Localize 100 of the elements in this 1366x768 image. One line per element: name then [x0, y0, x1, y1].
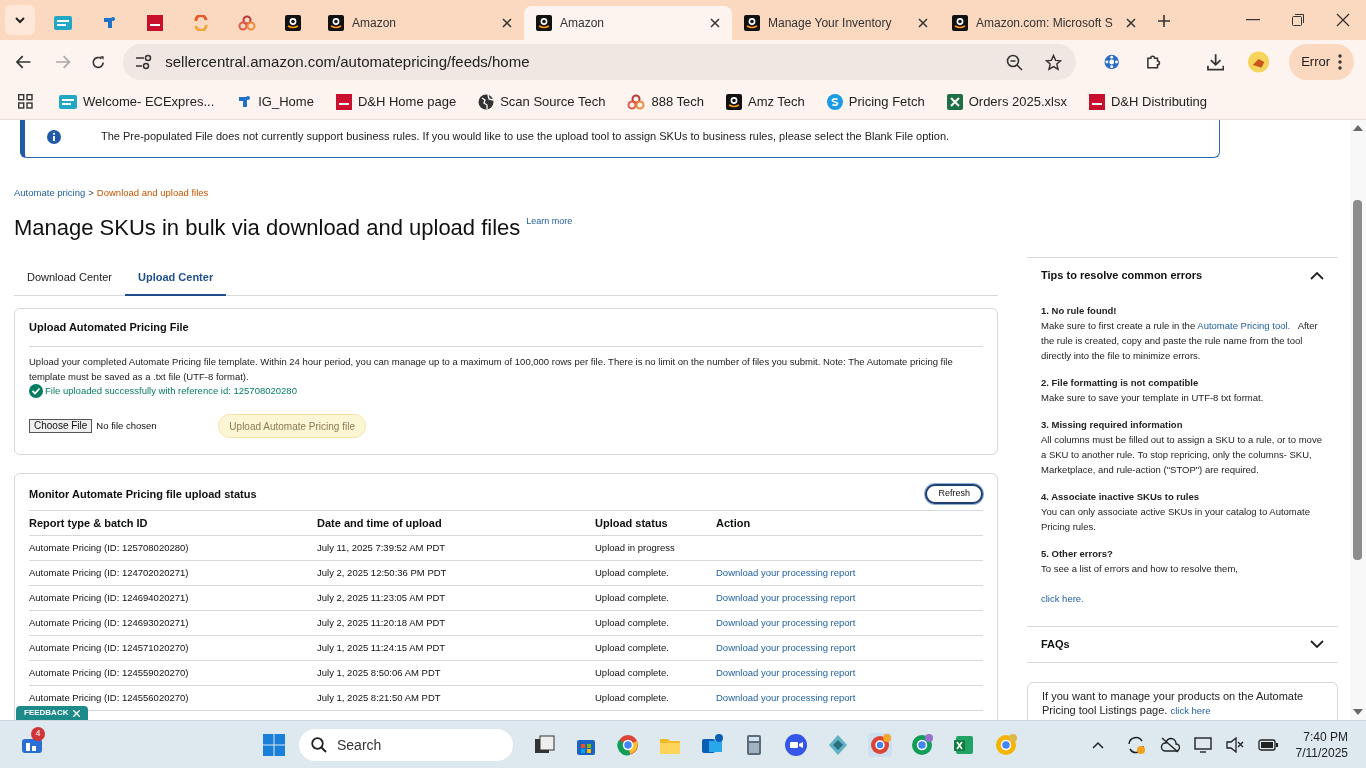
tip-heading: 5. Other errors?	[1041, 547, 1114, 561]
bookmark-link[interactable]: D&H Distributing	[1110, 91, 1208, 112]
profile-error-button[interactable]: Error	[1289, 44, 1355, 80]
tab-search-button[interactable]	[5, 5, 35, 35]
click-here-link[interactable]: click here	[1170, 705, 1211, 716]
page-tab[interactable]: Download Center	[14, 260, 125, 297]
chevron-icon[interactable]	[1310, 271, 1324, 280]
display-icon[interactable]	[1193, 737, 1212, 753]
scrollbar[interactable]	[1350, 120, 1366, 720]
video-call-icon[interactable]	[784, 733, 808, 757]
card-title: Upload Automated Pricing File	[29, 309, 983, 347]
column-header: Upload status	[595, 515, 669, 531]
tip-text: You can only associate active SKUs in your catalog to Automate Pricing rules.	[1041, 505, 1311, 534]
table-cell-text: Automate Pricing (ID: 124693020271)	[29, 615, 190, 630]
apps-grid-icon[interactable]	[18, 94, 33, 109]
breadcrumb-link[interactable]: Automate pricing	[14, 186, 86, 201]
puzzle-icon[interactable]	[1145, 53, 1163, 71]
start-icon[interactable]	[262, 733, 286, 757]
table-cell-text: July 1, 2025 8:50:06 AM PDT	[317, 665, 442, 680]
zoom-icon[interactable]	[1005, 53, 1023, 71]
tip-text: All columns must be filled out to assign a SKU to a rule, or to move a SKU to another rule. To stop repricing, only the columns- SKU, Marketplace, and rule-action ("STOP") are required.	[1041, 433, 1323, 477]
close-icon[interactable]	[1336, 13, 1350, 27]
minimize-icon[interactable]	[1246, 19, 1260, 21]
page-tab[interactable]: Upload Center	[125, 260, 227, 297]
chevron-icon[interactable]	[1310, 640, 1324, 649]
search-field[interactable]: Search	[299, 729, 513, 761]
back-icon[interactable]	[16, 55, 32, 69]
scrollbar-thumb[interactable]	[1353, 200, 1362, 560]
browser-tab[interactable]: Amazon	[524, 6, 732, 40]
extension-icon[interactable]	[1103, 54, 1120, 70]
sync-icon[interactable]	[1125, 736, 1146, 754]
speaker-mute-icon[interactable]	[1225, 737, 1244, 753]
table-cell-text: July 1, 2025 11:24:15 AM PDT	[317, 640, 447, 655]
rings-icon	[238, 15, 256, 31]
rings-icon	[627, 93, 646, 110]
cloud-off-icon[interactable]	[1159, 737, 1180, 753]
table-cell-text: Automate Pricing (ID: 124694020271)	[29, 590, 190, 605]
browser-tab[interactable]: Amazon.com: Microsoft S	[940, 6, 1148, 40]
table-cell-text: July 1, 2025 8:21:50 AM PDT	[317, 690, 442, 705]
download-report-link[interactable]: Download your processing report	[716, 691, 856, 703]
refresh-button[interactable]: Refresh	[925, 484, 983, 504]
download-report-link[interactable]: Download your processing report	[716, 641, 856, 653]
choose-file-button[interactable]: Choose File	[29, 419, 93, 433]
chevron-up-icon[interactable]	[1091, 741, 1104, 749]
close-icon[interactable]	[1126, 18, 1136, 28]
column-header: Date and time of upload	[317, 515, 443, 531]
section-title: Tips to resolve common errors	[1041, 268, 1203, 284]
address-bar[interactable]: sellercentral.amazon.com/automatepricing/feeds/home	[123, 44, 1076, 80]
bookmark-link[interactable]: Amz Tech	[748, 91, 805, 112]
site-icon	[59, 94, 77, 109]
notice-text: The Pre-populated File does not currently support business rules. If you would like to use the upload tool to assign SKUs to business rules, please select the Blank File option.	[101, 129, 950, 145]
battery-icon[interactable]	[1257, 739, 1278, 751]
tip-text: Make sure to first create a rule in the Automate Pricing tool. After the rule is created, copy and paste the rule name from the tool directly into the file to minimize errors.	[1041, 319, 1319, 363]
spreadsheet-icon[interactable]	[952, 733, 976, 757]
reload-icon[interactable]	[90, 54, 106, 70]
search-icon	[311, 737, 327, 753]
spreadsheet-icon	[946, 93, 963, 110]
tip-text: Make sure to save your template in UTF-8 txt format.	[1041, 391, 1265, 405]
table-cell-text: Upload in progress	[595, 540, 676, 555]
browser-icon[interactable]	[994, 733, 1018, 757]
browser-tab[interactable]: Amazon	[316, 6, 524, 40]
upload-file-button[interactable]: Upload Automate Pricing file	[218, 414, 366, 438]
bookmark-link[interactable]: 888 Tech	[651, 91, 704, 112]
bookmark-link[interactable]: Orders 2025.xlsx	[968, 91, 1067, 112]
table-cell-text: Upload complete.	[595, 615, 670, 630]
learn-more-link[interactable]: Learn more	[526, 215, 573, 229]
download-report-link[interactable]: Download your processing report	[716, 591, 856, 603]
download-report-link[interactable]: Download your processing report	[716, 566, 856, 578]
bookmark-link[interactable]: Welcome- ECExpres...	[83, 91, 215, 112]
site-settings-icon[interactable]	[135, 54, 154, 70]
browser-icon[interactable]	[868, 733, 892, 757]
click-here-link[interactable]: click here.	[1041, 591, 1084, 606]
feedback-tab[interactable]: FEEDBACK	[16, 706, 89, 720]
site-icon	[328, 15, 344, 31]
clock-time[interactable]: 7:40 PM	[1303, 729, 1348, 745]
tip-text: To see a list of errors and how to resolve them,	[1041, 562, 1239, 576]
browser-icon[interactable]	[910, 733, 934, 757]
browser-icon[interactable]	[616, 733, 640, 757]
scroll-down-icon[interactable]	[1353, 709, 1363, 716]
clock-date[interactable]: 7/11/2025	[1295, 745, 1348, 761]
restore-icon[interactable]	[1292, 14, 1304, 26]
scroll-up-icon[interactable]	[1353, 124, 1363, 131]
download-icon[interactable]	[1206, 53, 1224, 71]
download-report-link[interactable]: Download your processing report	[716, 666, 856, 678]
download-report-link[interactable]: Download your processing report	[716, 616, 856, 628]
star-icon[interactable]	[1044, 53, 1062, 71]
bookmark-link[interactable]: Scan Source Tech	[500, 91, 606, 112]
new-tab-icon[interactable]	[1158, 15, 1170, 27]
browser-tab[interactable]: Manage Your Inventory	[732, 6, 940, 40]
menu-icon[interactable]	[1338, 54, 1343, 70]
tool-link[interactable]: Automate Pricing tool.	[1197, 320, 1291, 331]
bookmark-link[interactable]: D&H Home page	[357, 91, 457, 112]
breadcrumb-link[interactable]: Download and upload files	[96, 186, 209, 201]
close-icon[interactable]	[918, 18, 928, 28]
bookmark-link[interactable]: Pricing Fetch	[848, 91, 925, 112]
bookmark-link[interactable]: IG_Home	[258, 91, 314, 112]
close-icon[interactable]	[710, 18, 720, 28]
app-icon[interactable]	[826, 733, 850, 757]
close-icon[interactable]	[502, 18, 512, 28]
profile-avatar-icon[interactable]	[1248, 51, 1270, 73]
